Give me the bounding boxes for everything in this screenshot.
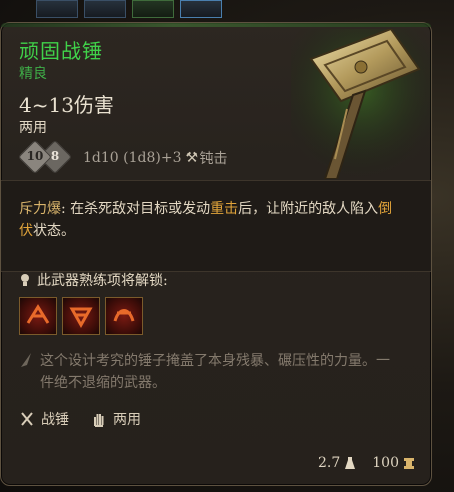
warhammer-artwork	[291, 29, 431, 179]
passive-description: 斥力爆: 在杀死敌对目标或发动重击后，让附近的敌人陷入倒伏状态。	[19, 198, 394, 242]
hotbar-slot[interactable]	[84, 0, 126, 18]
proficiency-unlock: 此武器熟练项将解锁:	[19, 270, 168, 290]
item-tooltip: 顽固战锤 精良 4~13伤害 两用 10 8 1d10 (1d8)+3 ⚒ 钝击…	[0, 22, 432, 486]
property-label[interactable]: 战锤	[41, 409, 69, 429]
passive-text-1: : 在杀死敌对目标或发动	[61, 201, 211, 217]
bulb-icon	[21, 274, 29, 286]
passive-title[interactable]: 斥力爆	[19, 201, 61, 217]
weapon-action-icon[interactable]	[62, 297, 100, 335]
passive-text-3: 状态。	[33, 223, 75, 239]
item-rarity: 精良	[19, 66, 47, 82]
hotbar-slot[interactable]	[132, 0, 174, 18]
weight-icon	[345, 457, 356, 469]
flavor-text: 这个设计考究的锤子掩盖了本身残暴、碾压性的力量。一件绝不退缩的武器。	[40, 353, 390, 391]
property-label[interactable]: 两用	[113, 409, 141, 429]
d8-label: 8	[50, 149, 60, 163]
item-footer: 2.7 100	[318, 455, 415, 471]
damage-formula: 1d10 (1d8)+3	[83, 150, 182, 166]
weapon-action-list	[19, 297, 143, 335]
dice-icon: 10 8	[18, 140, 77, 174]
damage-dice-row: 10 8 1d10 (1d8)+3 ⚒ 钝击	[18, 140, 228, 174]
weapon-properties: 战锤 两用	[19, 409, 163, 429]
weapon-action-icon[interactable]	[105, 297, 143, 335]
bludgeon-icon: ⚒	[185, 150, 199, 166]
hotbar-top	[36, 0, 222, 20]
weight-value: 2.7	[318, 455, 341, 471]
gold-coin-icon	[404, 458, 414, 469]
hand-icon	[94, 414, 104, 427]
quill-icon	[21, 353, 31, 367]
warhammer-icon	[21, 412, 33, 426]
unlock-label: 此武器熟练项将解锁:	[37, 273, 168, 289]
hotbar-slot[interactable]	[36, 0, 78, 18]
weapon-action-icon[interactable]	[19, 297, 57, 335]
price-value: 100	[372, 455, 399, 471]
handedness: 两用	[19, 120, 47, 136]
keyword-critical[interactable]: 重击	[210, 201, 238, 217]
item-name: 顽固战锤	[19, 39, 103, 63]
hotbar-slot[interactable]	[180, 0, 222, 18]
passive-text-2: 后，让附近的敌人陷入	[238, 201, 379, 217]
damage-range: 4~13伤害	[19, 93, 114, 117]
damage-type: 钝击	[199, 151, 228, 167]
